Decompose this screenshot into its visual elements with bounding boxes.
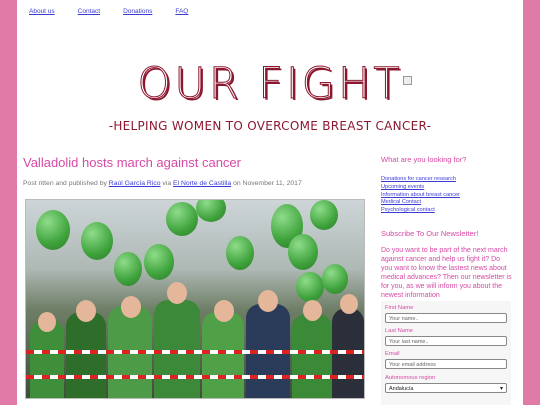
email-input[interactable]: Your email address bbox=[385, 359, 507, 369]
main-content: Valladolid hosts march against cancer Po… bbox=[23, 155, 365, 399]
site-logo[interactable]: OUR FIGHT bbox=[17, 59, 523, 109]
newsletter-heading: Subscribe To Our Newsletter! bbox=[381, 228, 479, 238]
march-photo bbox=[25, 199, 365, 399]
link-breast-cancer-info[interactable]: Information about breast cancer bbox=[381, 192, 513, 200]
byline-via: via bbox=[162, 180, 172, 187]
top-nav: About us Contact Donations FAQ bbox=[29, 8, 211, 15]
region-value: Andalucía bbox=[389, 386, 414, 392]
region-select[interactable]: Andalucía ▾ bbox=[385, 383, 507, 393]
post-date: on November 11, 2017 bbox=[233, 180, 302, 187]
byline-prefix: Post ritten and published by bbox=[23, 180, 107, 187]
nav-faq[interactable]: FAQ bbox=[175, 8, 188, 15]
link-donations-research[interactable]: Donations for cancer research bbox=[381, 176, 513, 184]
post-title: Valladolid hosts march against cancer bbox=[23, 155, 241, 170]
logo-title: OUR FIGHT bbox=[137, 59, 403, 109]
link-medical-contact[interactable]: Medical Contact bbox=[381, 199, 513, 207]
newsletter-text: Do you want to be part of the next march… bbox=[381, 246, 512, 299]
author-link[interactable]: Raúl García Rico bbox=[109, 180, 161, 187]
region-label: Autonomous region bbox=[385, 375, 436, 381]
page: About us Contact Donations FAQ OUR FIGHT… bbox=[17, 0, 523, 405]
post-byline: Post ritten and published by Raúl García… bbox=[23, 180, 363, 187]
last-name-input[interactable]: Your last name.. bbox=[385, 336, 507, 346]
email-label: Email bbox=[385, 351, 400, 357]
source-link[interactable]: El Norte de Castilla bbox=[173, 180, 231, 187]
nav-donations[interactable]: Donations bbox=[123, 8, 152, 15]
first-name-label: First Name bbox=[385, 305, 414, 311]
sidebar-heading: What are you looking for? bbox=[381, 155, 467, 164]
link-psychological-contact[interactable]: Psychological contact bbox=[381, 207, 513, 215]
newsletter-form: First Name Your name.. Last Name Your la… bbox=[381, 301, 511, 405]
first-name-input[interactable]: Your name.. bbox=[385, 313, 507, 323]
sidebar: What are you looking for? Donations for … bbox=[381, 155, 513, 300]
broken-image-icon bbox=[403, 76, 412, 85]
chevron-down-icon: ▾ bbox=[499, 386, 503, 392]
nav-contact[interactable]: Contact bbox=[78, 8, 100, 15]
nav-about-us[interactable]: About us bbox=[29, 8, 55, 15]
sidebar-links: Donations for cancer research Upcoming e… bbox=[381, 176, 513, 215]
last-name-label: Last Name bbox=[385, 328, 414, 334]
logo-subtitle: -HELPING WOMEN TO OVERCOME BREAST CANCER… bbox=[108, 119, 432, 133]
link-upcoming-events[interactable]: Upcoming events bbox=[381, 184, 513, 192]
